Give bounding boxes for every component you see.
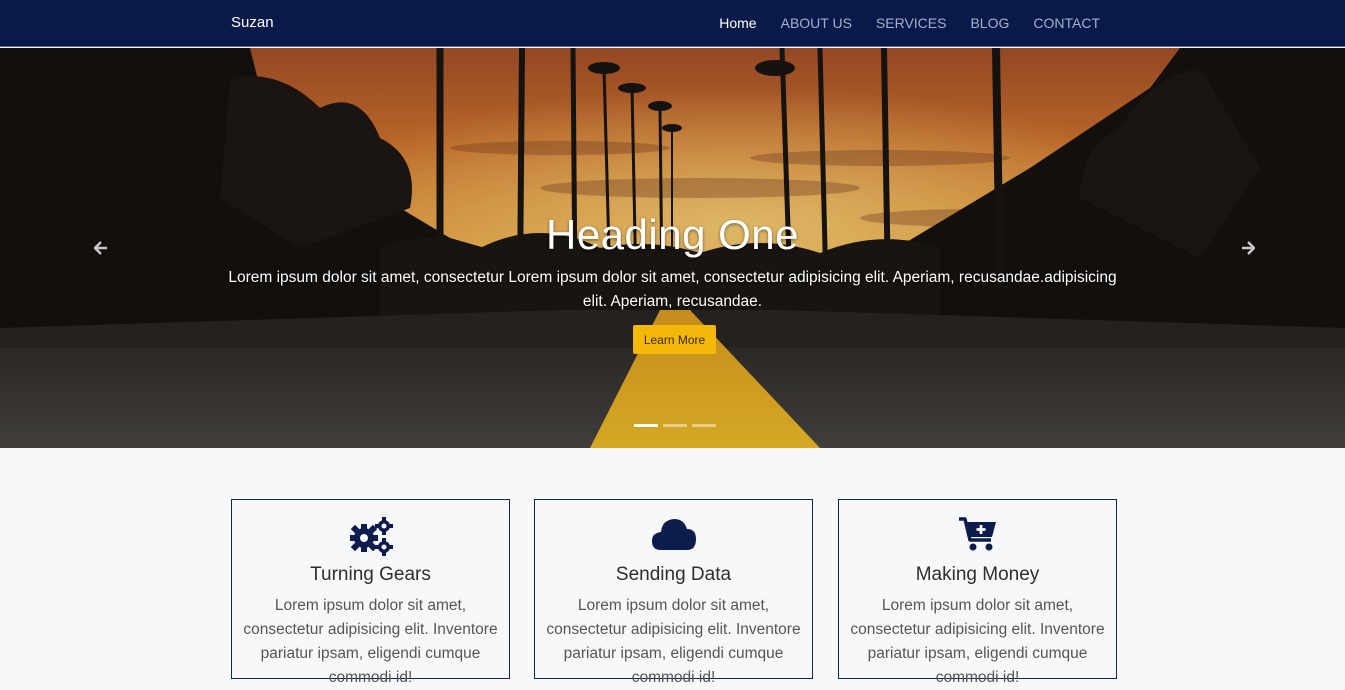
- carousel-indicator-1[interactable]: [634, 424, 658, 427]
- feature-text: Lorem ipsum dolor sit amet, consectetur …: [850, 597, 1105, 686]
- carousel-indicator-2[interactable]: [663, 424, 687, 427]
- gears-icon: [349, 517, 393, 556]
- cloud-icon: [651, 519, 696, 550]
- nav-link-blog[interactable]: BLOG: [970, 15, 1009, 31]
- carousel-indicator-3[interactable]: [692, 424, 716, 427]
- feature-title: Making Money: [915, 564, 1040, 585]
- feature-card-money: Making Money Lorem ipsum dolor sit amet,…: [838, 499, 1117, 686]
- navbar: Suzan Home ABOUT US SERVICES BLOG CONTAC…: [0, 0, 1345, 47]
- hero-heading: Heading One: [545, 211, 799, 258]
- feature-text: Lorem ipsum dolor sit amet, consectetur …: [243, 597, 498, 686]
- hero-description: Lorem ipsum dolor sit amet, consectetur …: [228, 269, 1117, 310]
- cart-plus-icon: [958, 517, 996, 551]
- nav-links: Home ABOUT US SERVICES BLOG CONTACT: [719, 15, 1100, 31]
- feature-title: Turning Gears: [310, 564, 431, 585]
- brand-logo[interactable]: Suzan: [231, 14, 274, 31]
- nav-link-home[interactable]: Home: [719, 15, 756, 31]
- nav-link-about[interactable]: ABOUT US: [781, 15, 852, 31]
- feature-card-data: Sending Data Lorem ipsum dolor sit amet,…: [534, 499, 813, 686]
- feature-title: Sending Data: [615, 564, 732, 585]
- carousel-indicators: [634, 424, 716, 427]
- feature-card-gears: Turning Gears Lorem ipsum dolor sit amet…: [231, 499, 510, 686]
- hero-carousel: Heading One Lorem ipsum dolor sit amet, …: [0, 48, 1345, 448]
- nav-link-services[interactable]: SERVICES: [876, 15, 947, 31]
- feature-text: Lorem ipsum dolor sit amet, consectetur …: [546, 597, 801, 686]
- nav-link-contact[interactable]: CONTACT: [1033, 15, 1100, 31]
- learn-more-button[interactable]: Learn More: [633, 325, 716, 354]
